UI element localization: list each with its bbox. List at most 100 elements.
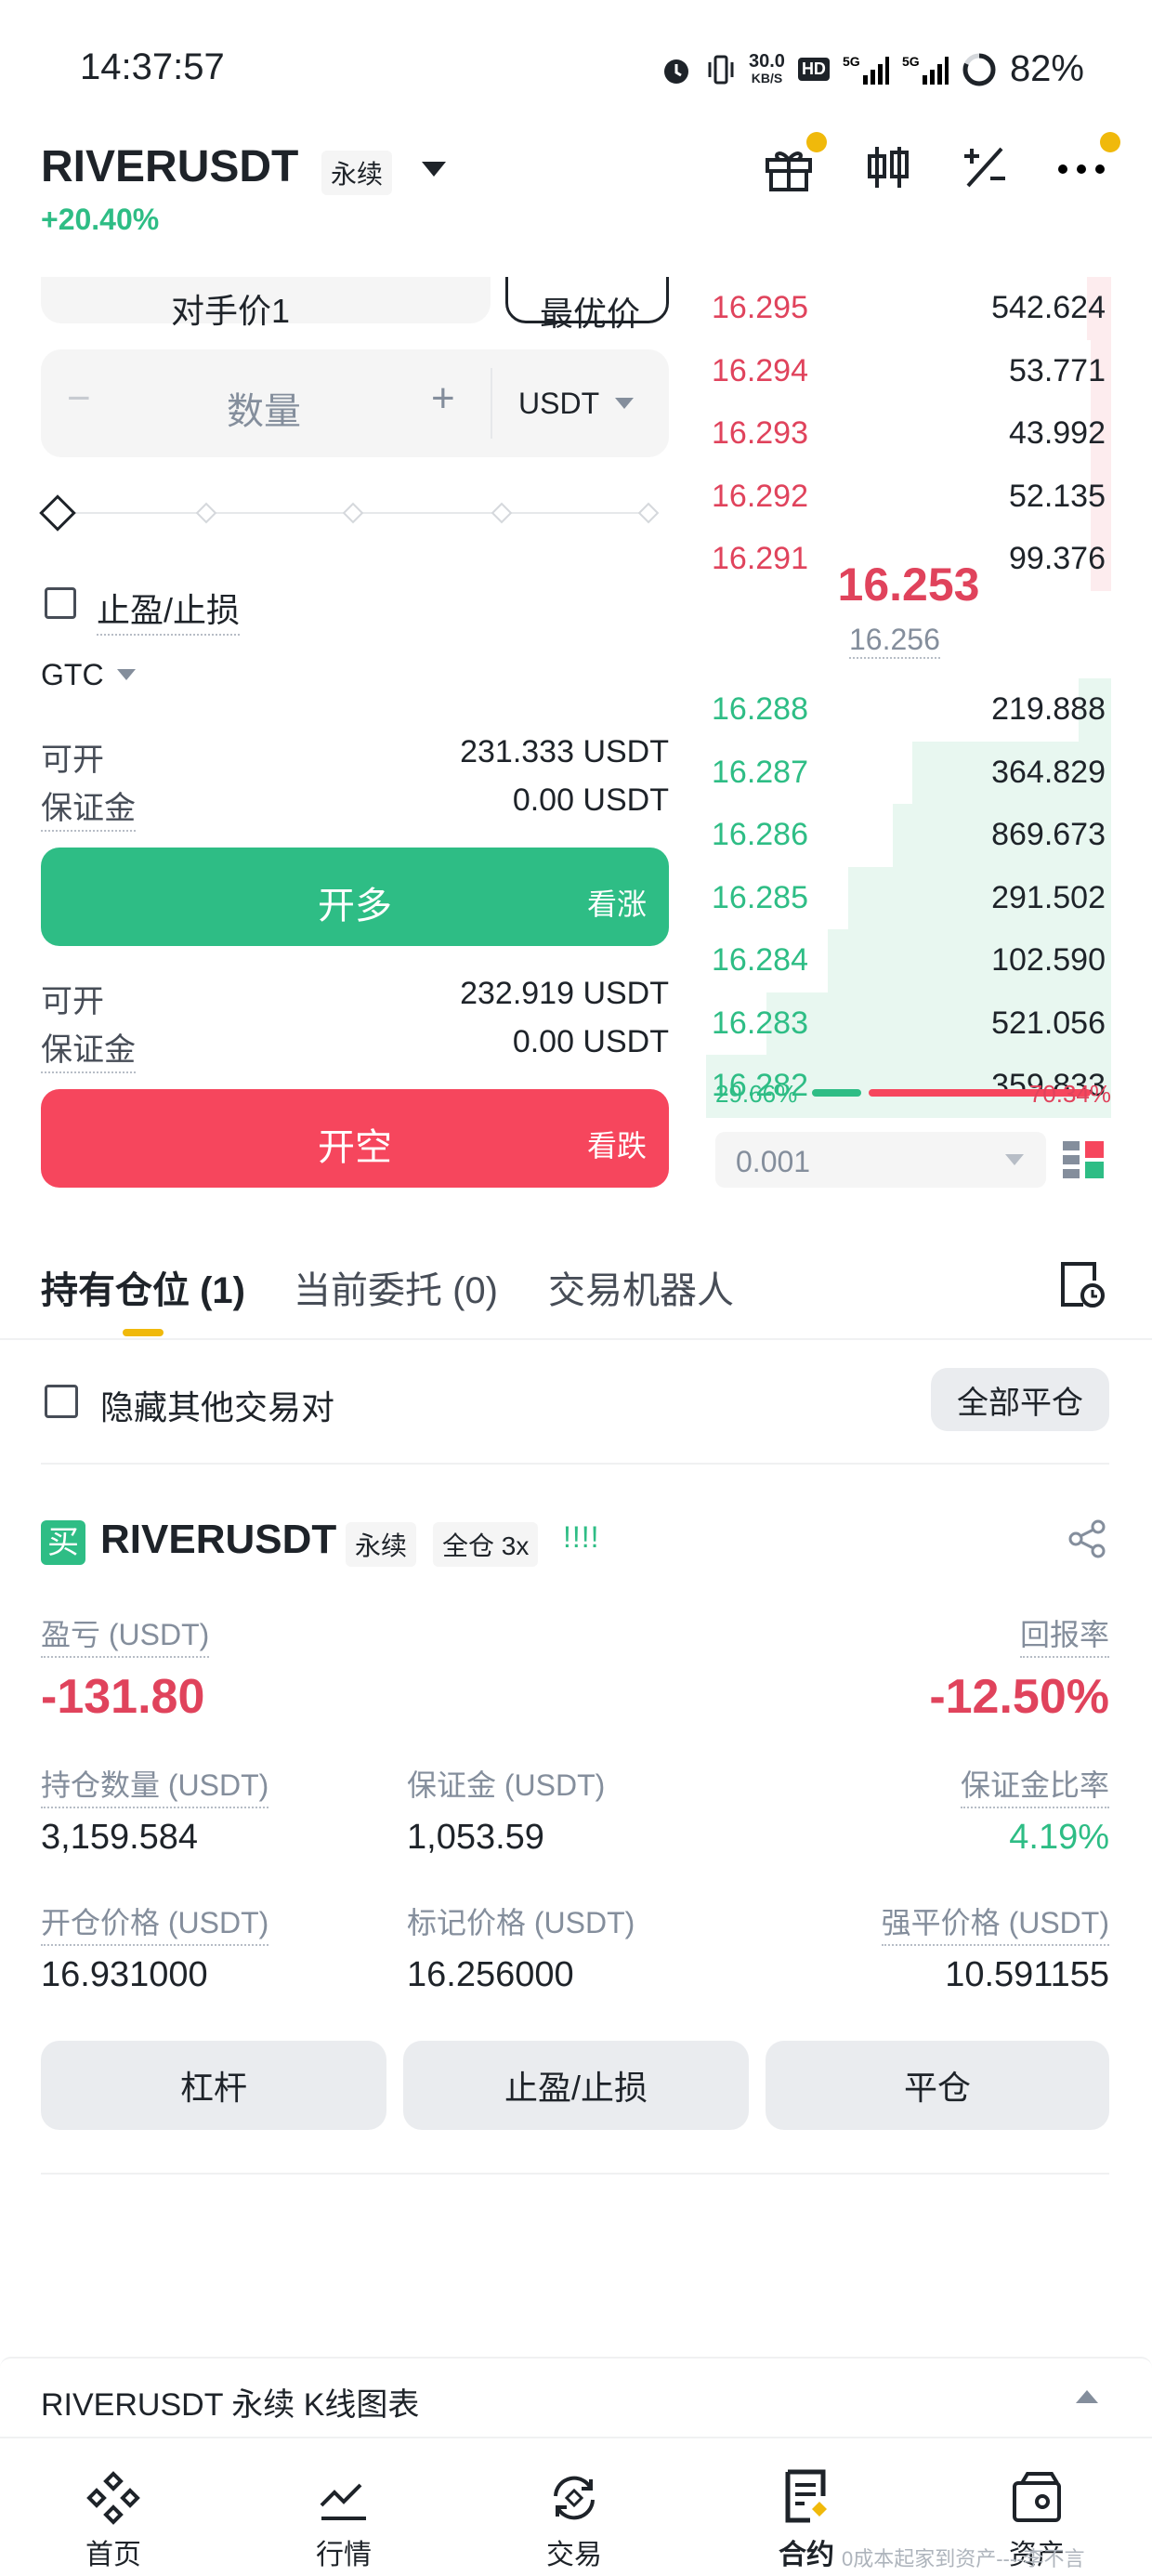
tab-orders[interactable]: 当前委托 (0) xyxy=(294,1260,498,1314)
entry-value: 16.931000 xyxy=(41,1955,208,1994)
liq-label: 强平价格 (USDT) xyxy=(881,1899,1109,1946)
ask-qty: 542.624 xyxy=(991,290,1106,325)
candlestick-icon[interactable] xyxy=(862,141,914,193)
ask-price: 16.293 xyxy=(712,415,808,451)
tpsl-button[interactable]: 止盈/止损 xyxy=(403,2041,749,2130)
nav-trade[interactable]: 交易 xyxy=(518,2531,630,2572)
open-long-button[interactable]: 开多 看涨 xyxy=(41,848,669,946)
notification-dot-2 xyxy=(1100,132,1120,152)
card-divider xyxy=(41,2173,1109,2175)
nav-markets[interactable]: 行情 xyxy=(288,2531,399,2572)
bid-row[interactable]: 16.288 219.888 xyxy=(706,678,1111,742)
svg-text:5G: 5G xyxy=(902,54,920,69)
nav-home[interactable]: 首页 xyxy=(58,2531,169,2572)
bid-price: 16.286 xyxy=(712,817,808,852)
ask-price: 16.292 xyxy=(712,478,808,514)
bid-qty: 869.673 xyxy=(991,817,1106,852)
quantity-input[interactable]: − 数量 + USDT xyxy=(41,349,669,457)
position-tag-margin: 全仓 3x xyxy=(433,1522,539,1567)
bid-row[interactable]: 16.283 521.056 xyxy=(706,992,1111,1055)
watermark: 0成本起家到资产----李不言 xyxy=(842,2547,1085,2570)
ask-price: 16.295 xyxy=(712,290,808,325)
slider-mark-100 xyxy=(637,502,660,524)
status-icons: 30.0 KB/S HD 5G 5G 82% xyxy=(660,48,1084,90)
net-speed: 30.0 KB/S xyxy=(749,50,785,85)
home-icon[interactable] xyxy=(85,2470,141,2526)
buy-pct: 29.66% xyxy=(715,1080,798,1108)
ask-row[interactable]: 16.295 542.624 xyxy=(706,277,1111,340)
leverage-button[interactable]: 杠杆 xyxy=(41,2041,386,2130)
tif-chevron-icon xyxy=(117,669,136,680)
tick-chevron-icon xyxy=(1005,1154,1024,1165)
position-symbol[interactable]: RIVERUSDT xyxy=(100,1517,336,1563)
trade-icon[interactable] xyxy=(546,2470,602,2526)
bid-price: 16.288 xyxy=(712,691,808,727)
ask-price: 16.294 xyxy=(712,352,808,388)
tab-bots[interactable]: 交易机器人 xyxy=(548,1260,734,1314)
price-type-select[interactable]: 对手价1 xyxy=(41,277,491,330)
hide-others-checkbox[interactable] xyxy=(45,1385,78,1418)
sell-pct: 70.34% xyxy=(1028,1080,1111,1108)
status-time: 14:37:57 xyxy=(80,46,225,87)
more-icon[interactable] xyxy=(1055,151,1107,184)
signal-icon-2: 5G xyxy=(902,54,949,85)
ask-row[interactable]: 16.292 52.135 xyxy=(706,465,1111,528)
tif-select[interactable]: GTC xyxy=(41,658,104,692)
chevron-up-icon[interactable] xyxy=(1076,2390,1098,2403)
roe-label: 回报率 xyxy=(1019,1611,1109,1658)
signal-icon: 5G xyxy=(843,54,889,85)
close-position-button[interactable]: 平仓 xyxy=(766,2041,1109,2130)
filter-divider xyxy=(41,1463,1109,1465)
ask-qty: 53.771 xyxy=(1009,352,1106,388)
tick-size-select[interactable]: 0.001 xyxy=(715,1132,1046,1188)
mark-label: 标记价格 (USDT) xyxy=(407,1906,635,1939)
bid-price: 16.283 xyxy=(712,1005,808,1041)
best-price-button[interactable]: 最优价 xyxy=(505,277,669,333)
notification-dot xyxy=(806,132,827,152)
liq-value: 10.591155 xyxy=(945,1955,1109,1994)
bid-row[interactable]: 16.286 869.673 xyxy=(706,804,1111,867)
short-avail-value: 232.919 USDT xyxy=(460,976,669,1011)
slider-mark-25 xyxy=(195,502,217,524)
ask-row[interactable]: 16.294 53.771 xyxy=(706,339,1111,402)
ask-row[interactable]: 16.293 43.992 xyxy=(706,402,1111,466)
close-all-button[interactable]: 全部平仓 xyxy=(931,1368,1109,1431)
bid-row[interactable]: 16.285 291.502 xyxy=(706,866,1111,929)
minus-button[interactable]: − xyxy=(67,375,91,422)
kline-label: RIVERUSDT 永续 K线图表 xyxy=(41,2387,420,2423)
order-history-icon[interactable] xyxy=(1055,1258,1107,1310)
kline-bar[interactable]: RIVERUSDT 永续 K线图表 xyxy=(0,2357,1152,2438)
slider-handle[interactable] xyxy=(39,494,76,532)
assets-icon[interactable] xyxy=(1009,2470,1065,2526)
chevron-down-icon[interactable] xyxy=(420,160,448,178)
tab-positions[interactable]: 持有仓位 (1) xyxy=(41,1260,245,1314)
long-avail-label: 可开 xyxy=(41,743,104,778)
bid-row[interactable]: 16.287 364.829 xyxy=(706,741,1111,804)
calculator-icon[interactable] xyxy=(959,141,1011,193)
plus-button[interactable]: + xyxy=(431,375,455,422)
futures-icon[interactable] xyxy=(779,2468,834,2524)
unit-select[interactable]: USDT xyxy=(518,387,599,421)
bid-qty: 291.502 xyxy=(991,879,1106,915)
page: { "status":{"time":"14:37:57","net_speed… xyxy=(0,0,1152,2576)
symbol-title[interactable]: RIVERUSDT xyxy=(41,141,298,192)
vibrate-icon xyxy=(708,55,734,84)
markets-icon[interactable] xyxy=(316,2470,372,2526)
margin-label: 保证金 (USDT) xyxy=(407,1768,606,1802)
short-margin-label: 保证金 xyxy=(41,1024,136,1073)
quantity-placeholder: 数量 xyxy=(227,391,301,432)
adl-indicator: !!!! xyxy=(563,1520,600,1554)
long-margin-label: 保证金 xyxy=(41,782,136,832)
bid-row[interactable]: 16.284 102.590 xyxy=(706,929,1111,992)
bid-price: 16.285 xyxy=(712,879,808,915)
battery-icon xyxy=(962,53,996,85)
active-tab-indicator xyxy=(123,1329,164,1336)
share-icon[interactable] xyxy=(1067,1518,1107,1559)
tpsl-checkbox[interactable] xyxy=(45,587,76,619)
long-avail-value: 231.333 USDT xyxy=(460,734,669,769)
book-layout-icon[interactable] xyxy=(1061,1137,1106,1182)
open-short-button[interactable]: 开空 看跌 xyxy=(41,1089,669,1188)
unit-chevron-icon xyxy=(615,398,634,409)
price-change: +20.40% xyxy=(41,203,160,236)
ask-qty: 52.135 xyxy=(1009,478,1106,514)
